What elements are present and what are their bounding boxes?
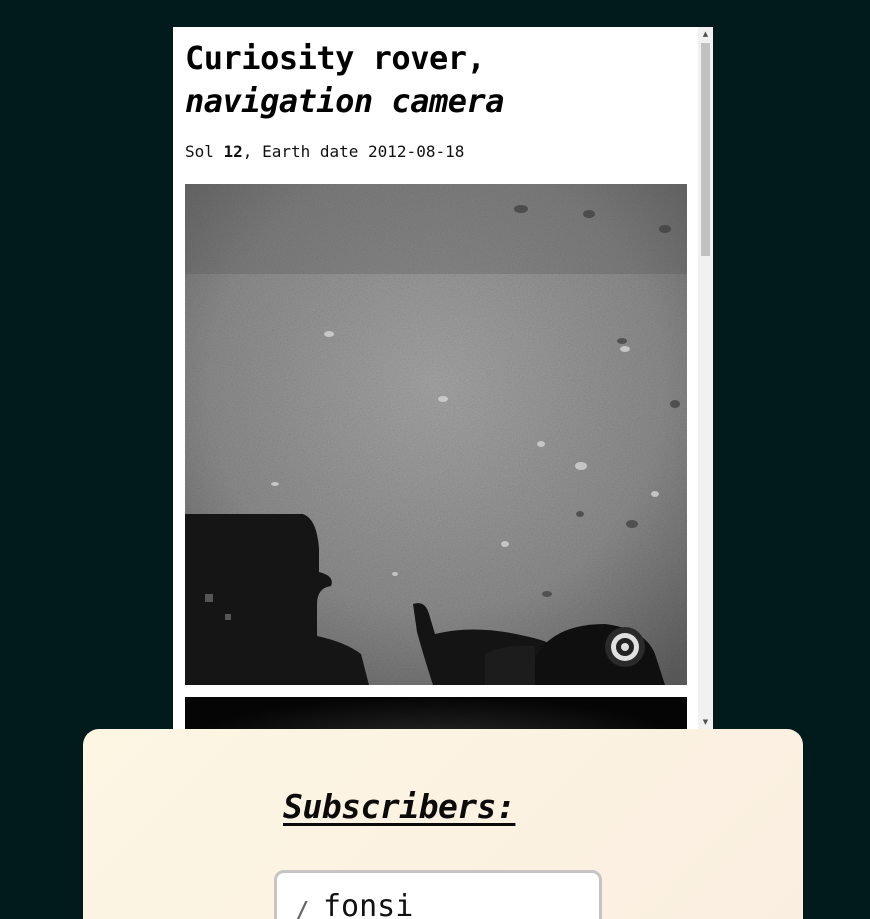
- page-title: Curiosity rover, navigation camera: [185, 37, 687, 123]
- dark-photo[interactable]: [185, 697, 687, 729]
- scroll-down-arrow-icon[interactable]: ▼: [698, 715, 713, 729]
- photo-image: [185, 184, 687, 685]
- scroll-up-arrow-icon[interactable]: ▲: [698, 27, 713, 41]
- earth-date: , Earth date 2012-08-18: [242, 142, 465, 161]
- mars-surface-photo[interactable]: [185, 184, 687, 685]
- title-line-2: navigation camera: [185, 82, 505, 120]
- page: Curiosity rover, navigation camera Sol 1…: [0, 0, 870, 919]
- embedded-frame: Curiosity rover, navigation camera Sol 1…: [173, 27, 713, 729]
- subscriber-name: fonsi: [323, 889, 414, 919]
- vertical-scrollbar[interactable]: ▲ ▼: [698, 27, 713, 729]
- sol-value: 12: [223, 142, 243, 161]
- scroll-thumb[interactable]: [701, 43, 710, 256]
- sol-date-line: Sol 12, Earth date 2012-08-18: [185, 142, 687, 162]
- subscribers-card: Subscribers: / fonsi: [83, 729, 803, 919]
- sol-label: Sol: [185, 142, 224, 161]
- frame-content: Curiosity rover, navigation camera Sol 1…: [185, 27, 687, 729]
- subscribers-heading: Subscribers:: [283, 787, 516, 826]
- subscriber-prefix: /: [294, 897, 310, 919]
- title-line-1: Curiosity rover,: [185, 39, 486, 77]
- subscriber-item[interactable]: / fonsi: [274, 870, 602, 919]
